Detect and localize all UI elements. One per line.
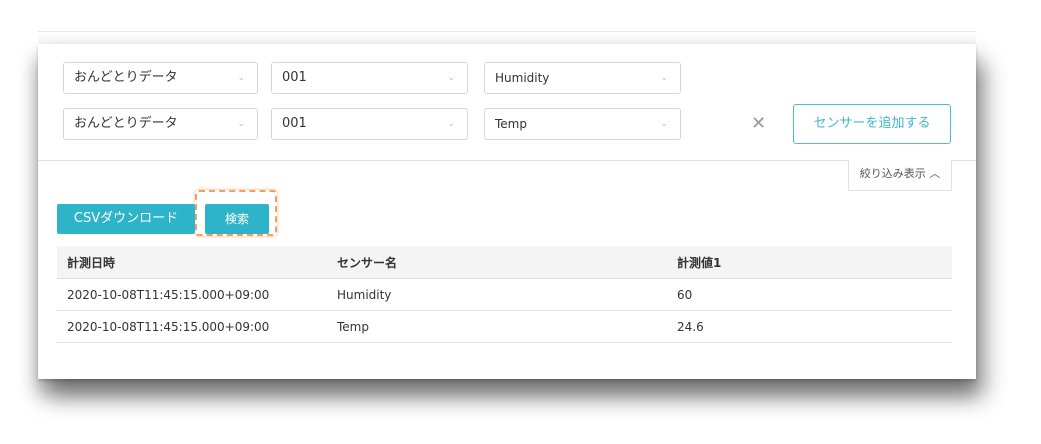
cell-value1: 24.6 [667, 310, 952, 343]
cell-sensor-name: Humidity [327, 278, 667, 311]
chevron-down-icon: ⌄ [237, 73, 245, 83]
cell-value1: 60 [667, 278, 952, 311]
search-button[interactable]: 検索 [205, 204, 269, 234]
column-header-datetime: 計測日時 [57, 246, 327, 279]
column-header-sensor-name: センサー名 [327, 246, 667, 279]
chevron-down-icon: ⌄ [447, 119, 455, 129]
sensor-search-panel: おんどとりデータ ⌄ 001 ⌄ Humidity ⌄ おんどとりデータ ⌄ 0… [38, 44, 976, 379]
device-select[interactable]: 001 ⌄ [271, 62, 468, 94]
sensor-select[interactable]: Temp ⌄ [484, 108, 681, 140]
device-select[interactable]: 001 ⌄ [271, 108, 468, 140]
close-icon[interactable]: ✕ [751, 114, 766, 134]
cell-datetime: 2020-10-08T11:45:15.000+09:00 [57, 310, 327, 343]
table-row: 2020-10-08T11:45:15.000+09:00 Humidity 6… [57, 278, 952, 311]
csv-download-button[interactable]: CSVダウンロード [57, 204, 195, 234]
window-top-strip [38, 31, 976, 45]
chevron-down-icon: ⌄ [660, 73, 668, 83]
data-source-select[interactable]: おんどとりデータ ⌄ [63, 62, 258, 94]
data-source-value: おんどとりデータ [74, 70, 178, 85]
chevron-down-icon: ⌄ [237, 119, 245, 129]
add-sensor-button[interactable]: センサーを追加する [793, 104, 951, 144]
device-value: 001 [282, 116, 307, 131]
data-source-select[interactable]: おんどとりデータ ⌄ [63, 108, 258, 140]
divider [38, 160, 976, 161]
data-source-value: おんどとりデータ [74, 116, 178, 131]
chevron-down-icon: ⌄ [660, 119, 668, 129]
table-header-row: 計測日時 センサー名 計測値1 [57, 246, 952, 279]
table-row: 2020-10-08T11:45:15.000+09:00 Temp 24.6 [57, 310, 952, 343]
filter-toggle-button[interactable]: 絞り込み表示 ︿ [848, 160, 952, 191]
cell-sensor-name: Temp [327, 310, 667, 343]
chevron-down-icon: ⌄ [447, 73, 455, 83]
sensor-value: Temp [495, 117, 527, 131]
cell-datetime: 2020-10-08T11:45:15.000+09:00 [57, 278, 327, 311]
device-value: 001 [282, 70, 307, 85]
sensor-select[interactable]: Humidity ⌄ [484, 62, 681, 94]
column-header-value1: 計測値1 [667, 246, 952, 279]
sensor-value: Humidity [495, 71, 550, 85]
results-table: 計測日時 センサー名 計測値1 2020-10-08T11:45:15.000+… [57, 246, 952, 343]
